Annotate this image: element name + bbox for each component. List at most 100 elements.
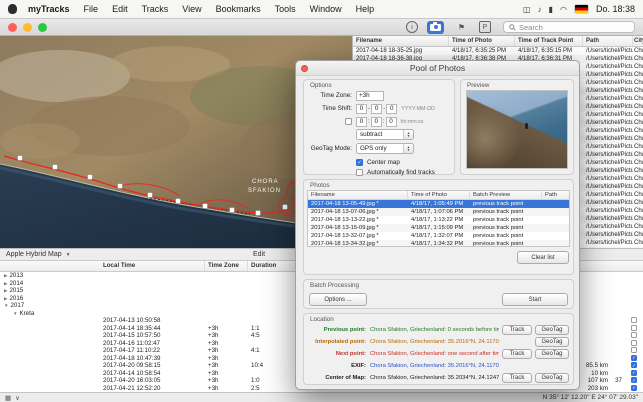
disclosure-closed-icon[interactable]: ▶	[4, 296, 7, 301]
shift-second-field[interactable]: 0	[386, 117, 397, 127]
track-checkbox[interactable]	[631, 317, 637, 323]
photos-column-header[interactable]: Filename	[308, 191, 408, 199]
geotag-button[interactable]: GeoTag	[535, 373, 569, 383]
shift-hour-field[interactable]: 0	[356, 117, 367, 127]
menu-item-edit[interactable]: Edit	[105, 4, 135, 14]
photo-column-header[interactable]: Filename	[353, 36, 449, 46]
location-row-label: Previous point:	[308, 327, 366, 333]
photos-row[interactable]: 2017-04-18 13-05-49.jpg *4/18/17, 1:05:4…	[308, 200, 569, 208]
column-time-zone[interactable]: Time Zone	[205, 261, 248, 271]
disclosure-open-icon[interactable]: ▼	[13, 311, 17, 316]
track-checkbox[interactable]: ✓	[631, 362, 637, 368]
menu-item-view[interactable]: View	[175, 4, 208, 14]
track-checkbox[interactable]: ✓	[631, 385, 637, 391]
geotag-button[interactable]: GeoTag	[535, 325, 569, 335]
auto-find-tracks-label: Automatically find tracks	[367, 169, 435, 176]
shift-month-field[interactable]: 0	[371, 104, 382, 114]
photo-column-header[interactable]: Path	[583, 36, 633, 46]
flag-icon[interactable]: ⚑	[453, 21, 470, 34]
location-row: Interpolated point:Chora Sfakion, Griech…	[304, 336, 573, 348]
coordinates-readout: N 35° 12' 12.20" E 24° 07' 29.03"	[543, 394, 638, 401]
menu-item-window[interactable]: Window	[303, 4, 349, 14]
photos-table-body: 2017-04-18 13-05-49.jpg *4/18/17, 1:05:4…	[308, 200, 569, 247]
column-local-time[interactable]: Local Time	[100, 261, 205, 271]
time-shift-sign-checkbox[interactable]	[345, 118, 352, 125]
photos-column-header[interactable]: Path	[542, 191, 570, 199]
track-checkbox[interactable]	[631, 332, 637, 338]
menu-item-tracks[interactable]: Tracks	[135, 4, 176, 14]
track-checkbox[interactable]	[631, 340, 637, 346]
tree-item-label: 2013	[9, 272, 23, 279]
menu-item-mytracks[interactable]: myTracks	[21, 4, 77, 14]
disclosure-closed-icon[interactable]: ▶	[4, 281, 7, 286]
window-zoom-button[interactable]	[38, 23, 47, 32]
camera-icon[interactable]	[427, 21, 444, 34]
track-checkbox[interactable]: ✓	[631, 355, 637, 361]
track-checkbox[interactable]	[631, 325, 637, 331]
clear-list-button[interactable]: Clear list	[517, 251, 569, 264]
window-close-button[interactable]	[8, 23, 17, 32]
track-button[interactable]: Track	[502, 373, 532, 383]
keyboard-flag-icon[interactable]	[575, 5, 588, 13]
time-zone-label: Time Zone:	[308, 92, 356, 99]
time-format-hint: hh:mm:ss	[401, 119, 424, 125]
toolbar-search-field[interactable]: Search	[503, 21, 635, 33]
photos-row[interactable]: 2017-04-18 13-34-32.jpg *4/18/17, 1:34:3…	[308, 240, 569, 247]
track-checkbox[interactable]: ✓	[631, 370, 637, 376]
chevron-down-icon[interactable]: ∨	[15, 395, 20, 402]
disclosure-closed-icon[interactable]: ▶	[4, 288, 7, 293]
map-type-selector[interactable]: Apple Hybrid Map ▼	[6, 251, 71, 258]
photo-table-row[interactable]: 2017-04-18 18-35-25.jpg4/18/17, 6:35:25 …	[353, 47, 643, 55]
start-button[interactable]: Start	[502, 293, 568, 306]
menu-clock[interactable]: Do. 18:38	[596, 4, 635, 14]
disclosure-closed-icon[interactable]: ▶	[4, 273, 7, 278]
display-icon[interactable]: ◫	[523, 5, 531, 14]
photos-column-header[interactable]: Time of Photo	[408, 191, 470, 199]
p-icon[interactable]: P	[479, 21, 491, 33]
geotag-mode-popup[interactable]: GPS only ▲▼	[356, 143, 414, 154]
track-button[interactable]: Track	[502, 325, 532, 335]
shift-mode-popup[interactable]: subtract ▲▼	[356, 129, 414, 140]
window-minimize-button[interactable]	[23, 23, 32, 32]
track-button[interactable]: Track	[502, 349, 532, 359]
geotag-mode-label: GeoTag Mode:	[308, 145, 356, 152]
disclosure-open-icon[interactable]: ▼	[4, 303, 8, 308]
photos-row[interactable]: 2017-04-18 13-15-09.jpg *4/18/17, 1:15:0…	[308, 224, 569, 232]
geotag-button[interactable]: GeoTag	[535, 337, 569, 347]
menu-item-tools[interactable]: Tools	[268, 4, 303, 14]
apple-menu-icon[interactable]	[8, 4, 17, 14]
shift-minute-field[interactable]: 0	[371, 117, 382, 127]
dialog-close-button[interactable]	[301, 65, 308, 72]
photos-column-header[interactable]: Batch Preview	[470, 191, 542, 199]
volume-icon[interactable]: ♪	[538, 5, 542, 14]
photo-column-header[interactable]: Time of Photo	[449, 36, 515, 46]
menu-item-file[interactable]: File	[77, 4, 106, 14]
shift-year-field[interactable]: 0	[356, 104, 367, 114]
menu-item-bookmarks[interactable]: Bookmarks	[209, 4, 268, 14]
grid-icon[interactable]: ▦	[5, 395, 11, 402]
location-row-value: Chora Sfakion, Griechenland: 35.2016°N, …	[370, 339, 499, 345]
track-checkbox[interactable]: ✓	[631, 377, 637, 383]
geotag-button[interactable]: GeoTag	[535, 349, 569, 359]
photo-column-header[interactable]: Time of Track Point	[515, 36, 583, 46]
center-map-label: Center map	[367, 159, 400, 166]
batch-options-button[interactable]: Options ...	[309, 293, 367, 306]
location-row: Center of Map:Chora Sfakion, Griechenlan…	[304, 372, 573, 384]
track-checkbox[interactable]	[631, 347, 637, 353]
dialog-title-bar[interactable]: Pool of Photos	[296, 61, 579, 76]
photos-row[interactable]: 2017-04-18 13-07-06.jpg *4/18/17, 1:07:0…	[308, 208, 569, 216]
shift-day-field[interactable]: 0	[386, 104, 397, 114]
photo-column-header[interactable]: City	[633, 36, 643, 46]
battery-icon[interactable]: ▮	[549, 5, 553, 14]
center-map-checkbox[interactable]: ✓	[356, 159, 363, 166]
info-icon[interactable]: i	[406, 21, 418, 33]
location-row-value: Chora Sfakion, Griechenland: 35.2016°N, …	[370, 363, 499, 369]
column-duration[interactable]: Duration	[248, 261, 300, 271]
wifi-icon[interactable]: ◠	[560, 5, 567, 14]
menu-item-help[interactable]: Help	[349, 4, 382, 14]
auto-find-tracks-checkbox[interactable]	[356, 169, 363, 176]
time-zone-field[interactable]: +3h	[356, 91, 384, 101]
photos-row[interactable]: 2017-04-18 13-13-22.jpg *4/18/17, 1:13:2…	[308, 216, 569, 224]
photos-row[interactable]: 2017-04-18 13-32-07.jpg *4/18/17, 1:32:0…	[308, 232, 569, 240]
edit-button[interactable]: Edit	[253, 251, 265, 258]
